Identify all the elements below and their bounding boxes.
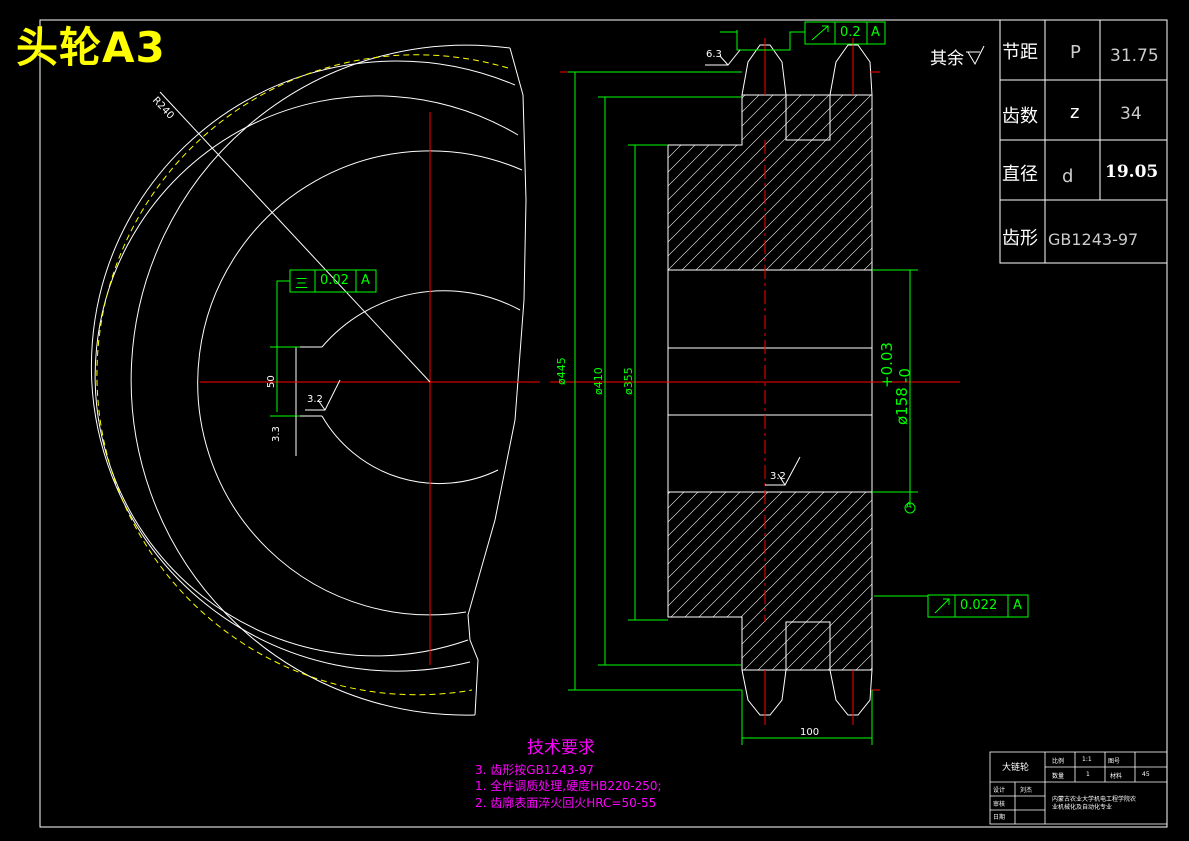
dim-d445: ø445 xyxy=(555,357,568,385)
datum-label: A xyxy=(906,501,912,510)
tolerance-frames xyxy=(289,21,1029,618)
param-value-profile: GB1243-97 xyxy=(1048,230,1139,249)
title-block: 大链轮 比例 1:1 图号 数量 1 材料 45 设计 刘杰 审核 日期 内蒙古… xyxy=(990,752,1167,824)
dim-bore-tol-lower: -0 xyxy=(896,368,914,383)
section-lower xyxy=(667,491,873,671)
tb-designer: 刘杰 xyxy=(1020,787,1033,794)
param-symbol-teeth: z xyxy=(1070,102,1080,123)
runout-side-datum: A xyxy=(1013,598,1022,613)
dim-key: 50 xyxy=(266,375,277,388)
dim-width: 100 xyxy=(800,727,820,738)
tb-check-label: 审核 xyxy=(993,801,1006,808)
tb-material: 45 xyxy=(1142,771,1150,778)
roughness-label-4: 3.3 xyxy=(271,426,282,442)
rim-arc-3 xyxy=(94,95,519,657)
tb-qty: 1 xyxy=(1086,771,1090,778)
tech-line-1: 3. 齿形按GB1243-97 xyxy=(475,763,594,777)
section-upper xyxy=(667,94,873,271)
symmetry-value: 0.02 xyxy=(320,273,349,288)
symmetry-datum: A xyxy=(361,273,370,288)
param-symbol-pitch: P xyxy=(1070,42,1081,63)
tb-scale-label: 比例 xyxy=(1052,758,1065,765)
dim-d410: ø410 xyxy=(592,367,605,395)
roughness-label-2: 3.2 xyxy=(307,394,323,405)
param-name-teeth: 齿数 xyxy=(1002,106,1038,127)
param-table: 节距 P 31.75 齿数 z 34 直径 d 19.05 齿形 GB1243-… xyxy=(1000,20,1167,263)
tb-design-label: 设计 xyxy=(993,787,1006,794)
tb-date-label: 日期 xyxy=(993,814,1006,821)
param-value-pitch: 31.75 xyxy=(1110,46,1159,66)
rim-arc-4 xyxy=(197,150,523,616)
dim-bore: ø158 xyxy=(893,387,911,425)
tb-material-label: 材料 xyxy=(1110,773,1123,780)
dim-bore-tol: +0.03 xyxy=(878,342,896,388)
roughness-label-1: 6.3 xyxy=(706,49,722,60)
param-name-pitch: 节距 xyxy=(1002,42,1038,63)
param-value-diameter: 19.05 xyxy=(1105,162,1159,182)
drawing-frame xyxy=(39,19,1168,828)
tech-heading: 技术要求 xyxy=(527,738,595,758)
bore-arc-lower xyxy=(321,415,499,485)
rim-arc-2 xyxy=(90,60,516,672)
tb-scale: 1:1 xyxy=(1082,756,1092,763)
front-centerlines xyxy=(200,112,540,665)
tech-line-2: 1. 全件调质处理,硬度HB220-250; xyxy=(475,779,662,793)
param-symbol-diameter: d xyxy=(1062,166,1074,187)
outer-rim-arc xyxy=(130,44,511,716)
front-view xyxy=(90,44,527,716)
radius-leader xyxy=(159,91,431,383)
runout-top-datum: A xyxy=(871,25,880,40)
pitch-circle xyxy=(96,54,509,696)
runout-side-value: 0.022 xyxy=(960,598,998,613)
param-value-teeth: 34 xyxy=(1120,104,1142,124)
tb-school-2: 业机械化及自动化专业 xyxy=(1052,804,1113,811)
runout-top-value: 0.2 xyxy=(840,25,861,40)
tb-qty-label: 数量 xyxy=(1052,773,1065,780)
roughness-note-icon xyxy=(966,45,985,66)
tb-drawing-no-label: 图号 xyxy=(1108,758,1121,765)
bore-arc xyxy=(321,290,521,348)
drawing-title: 头轮A3 xyxy=(16,23,166,72)
tech-line-3: 2. 齿廓表面淬火回火HRC=50-55 xyxy=(475,796,657,810)
tb-part-name: 大链轮 xyxy=(1002,763,1030,773)
param-name-profile: 齿形 xyxy=(1002,228,1038,249)
dim-d355: ø355 xyxy=(622,367,635,395)
roughness-label-3: 3.2 xyxy=(770,471,786,482)
symmetry-symbol: 三 xyxy=(295,277,309,292)
param-name-diameter: 直径 xyxy=(1002,164,1038,185)
surface-roughness-note: 其余 xyxy=(930,49,964,69)
